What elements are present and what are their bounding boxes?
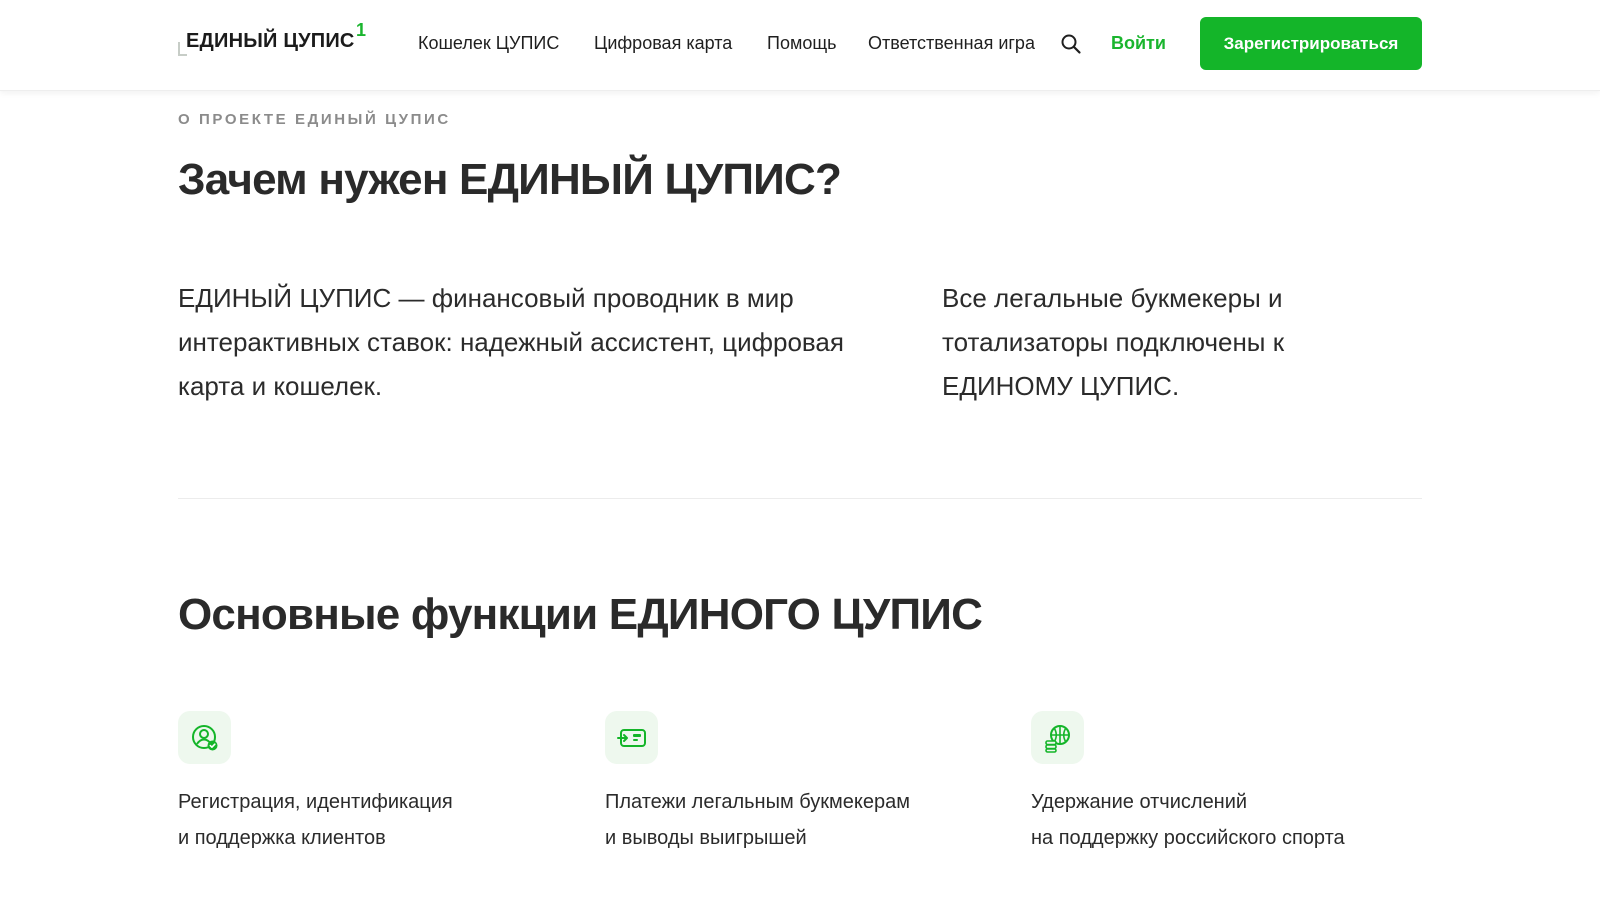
feature-line: Платежи легальным букмекерам <box>605 791 910 813</box>
feature-line: на поддержку российского спорта <box>1031 827 1345 849</box>
ball-coins-icon <box>1031 711 1084 764</box>
section-eyebrow: О ПРОЕКТЕ ЕДИНЫЙ ЦУПИС <box>178 111 451 128</box>
about-left-text: ЕДИНЫЙ ЦУПИС — финансовый проводник в ми… <box>178 283 844 401</box>
register-button[interactable]: Зарегистрироваться <box>1200 17 1422 70</box>
logo-superscript: 1 <box>356 20 367 40</box>
site-header: ЕДИНЫЙ ЦУПИС 1 Кошелек ЦУПИС Цифровая ка… <box>0 0 1600 91</box>
logo[interactable]: ЕДИНЫЙ ЦУПИС 1 <box>178 20 368 62</box>
about-title: Зачем нужен ЕДИНЫЙ ЦУПИС? <box>178 155 842 204</box>
search-icon[interactable] <box>1060 33 1082 55</box>
nav-digital-card[interactable]: Цифровая карта <box>594 33 732 54</box>
feature-card-sport-support: Удержание отчислений на поддержку россий… <box>1031 711 1431 856</box>
nav-responsible-gaming[interactable]: Ответственная игра <box>868 33 1035 54</box>
section-divider <box>178 498 1422 499</box>
payment-card-icon <box>605 711 658 764</box>
nav-help[interactable]: Помощь <box>767 33 837 54</box>
feature-line: Удержание отчислений <box>1031 791 1248 813</box>
about-right-text: Все легальные букмекеры и тотализаторы п… <box>942 283 1285 401</box>
feature-line: и выводы выигрышей <box>605 827 807 849</box>
user-check-icon <box>178 711 231 764</box>
feature-card-registration: Регистрация, идентификация и поддержка к… <box>178 711 578 856</box>
functions-title: Основные функции ЕДИНОГО ЦУПИС <box>178 590 983 639</box>
login-link[interactable]: Войти <box>1111 33 1166 54</box>
feature-card-payments: Платежи легальным букмекерам и выводы вы… <box>605 711 1005 856</box>
feature-line: Регистрация, идентификация <box>178 791 453 813</box>
nav-wallet[interactable]: Кошелек ЦУПИС <box>418 33 559 54</box>
logo-text: ЕДИНЫЙ ЦУПИС <box>186 30 355 52</box>
feature-line: и поддержка клиентов <box>178 827 386 849</box>
